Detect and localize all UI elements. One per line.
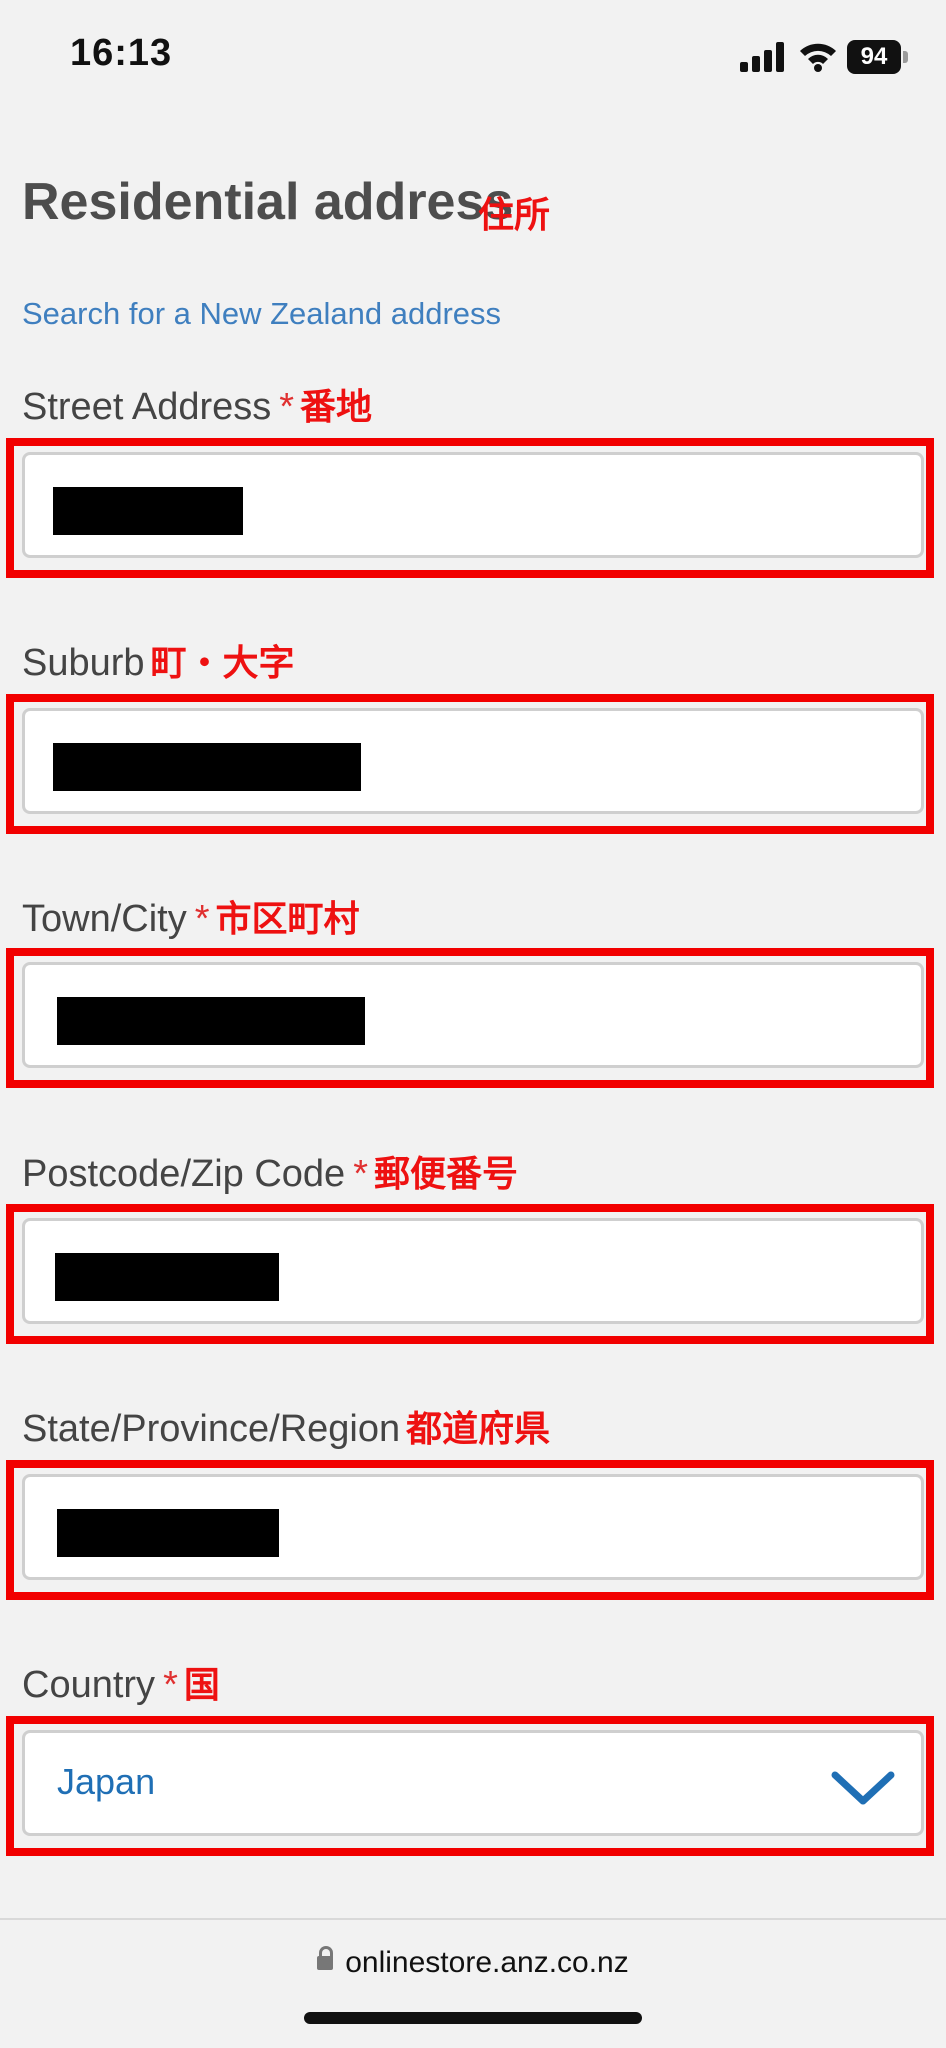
town-city-annotation: 市区町村: [215, 898, 360, 939]
redacted-value: [53, 487, 243, 535]
postcode-label-text: Postcode/Zip Code: [22, 1153, 346, 1195]
country-select[interactable]: Japan: [22, 1730, 924, 1836]
page-title: Residential address: [22, 173, 514, 231]
url-text: onlinestore.anz.co.nz: [345, 1946, 629, 1979]
street-address-label-text: Street Address: [22, 386, 272, 428]
redacted-value: [57, 997, 365, 1045]
battery-level: 94: [847, 40, 901, 74]
street-address-annotation: 番地: [300, 386, 373, 427]
country-label-text: Country: [22, 1664, 156, 1706]
redacted-value: [53, 743, 361, 791]
country-select-value: Japan: [57, 1761, 156, 1802]
search-nz-address-link[interactable]: Search for a New Zealand address: [22, 296, 501, 332]
required-marker: *: [194, 898, 210, 940]
town-city-input[interactable]: [22, 962, 924, 1068]
suburb-annotation: 町・大字: [150, 642, 295, 683]
state-region-annotation: 都道府県: [406, 1408, 551, 1449]
country-label: Country * 国: [22, 1656, 220, 1708]
postcode-input[interactable]: [22, 1218, 924, 1324]
title-annotation: 住所: [478, 194, 551, 235]
suburb-label-text: Suburb: [22, 642, 145, 684]
state-region-label: State/Province/Region 都道府県: [22, 1400, 550, 1452]
street-address-input[interactable]: [22, 452, 924, 558]
required-marker: *: [353, 1153, 368, 1195]
url-bar-divider: [0, 1918, 946, 1920]
postcode-annotation: 郵便番号: [373, 1153, 518, 1194]
required-marker: *: [163, 1664, 178, 1706]
state-region-input[interactable]: [22, 1474, 924, 1580]
suburb-label: Suburb 町・大字: [22, 634, 295, 686]
battery-icon: 94: [847, 40, 909, 74]
suburb-input[interactable]: [22, 708, 924, 814]
lock-icon: [317, 1946, 334, 1970]
street-address-label: Street Address * 番地: [22, 378, 372, 430]
chevron-down-icon: [831, 1771, 895, 1805]
cellular-signal-icon: [740, 42, 786, 72]
url-bar[interactable]: onlinestore.anz.co.nz: [0, 1946, 946, 1980]
town-city-label: Town/City * 市区町村: [22, 890, 360, 942]
postcode-label: Postcode/Zip Code * 郵便番号: [22, 1145, 518, 1197]
wifi-icon: [800, 43, 836, 72]
redacted-value: [55, 1253, 279, 1301]
redacted-value: [57, 1509, 279, 1557]
status-time: 16:13: [70, 32, 173, 74]
home-indicator[interactable]: [304, 2012, 642, 2024]
required-marker: *: [279, 386, 295, 428]
town-city-label-text: Town/City: [22, 898, 187, 940]
country-annotation: 国: [183, 1664, 220, 1705]
state-region-label-text: State/Province/Region: [22, 1408, 401, 1450]
